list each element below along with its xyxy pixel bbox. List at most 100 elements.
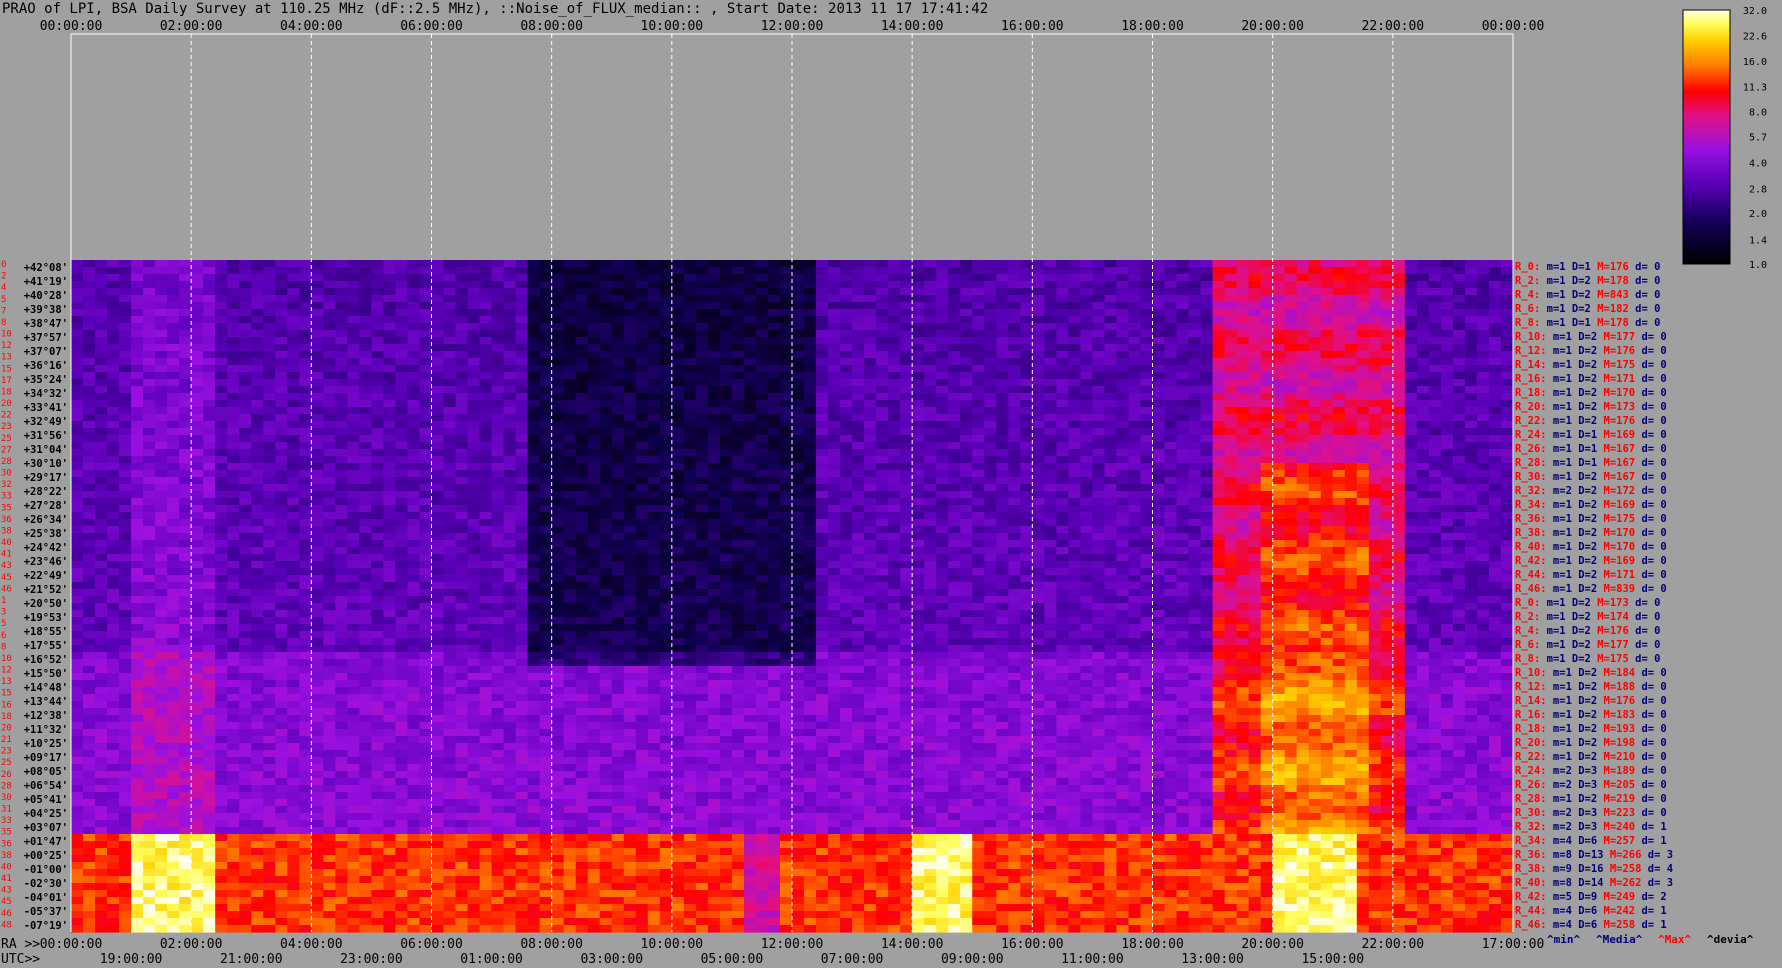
heatmap-cell — [1284, 491, 1298, 499]
heatmap-cell — [1488, 512, 1502, 520]
heatmap-cell — [767, 288, 781, 296]
heatmap-cell — [912, 267, 925, 275]
heatmap-cell — [816, 288, 829, 296]
heatmap-cell — [419, 519, 433, 527]
heatmap-cell — [707, 337, 721, 345]
heatmap-cell — [1488, 372, 1502, 380]
heatmap-cell — [900, 407, 913, 415]
heatmap-cell — [888, 281, 901, 289]
heatmap-cell — [599, 393, 613, 401]
heatmap-cell — [972, 372, 985, 380]
heatmap-cell — [335, 358, 348, 366]
heatmap-cell — [143, 400, 156, 408]
heatmap-cell — [1248, 260, 1262, 268]
heatmap-cell — [215, 484, 228, 492]
heatmap-cell — [359, 309, 373, 317]
heatmap-cell — [960, 309, 973, 317]
heatmap-cell — [515, 365, 529, 373]
heatmap-cell — [575, 414, 589, 422]
heatmap-cell — [1212, 386, 1226, 394]
heatmap-cell — [599, 512, 613, 520]
heatmap-cell — [179, 274, 192, 282]
heatmap-cell — [924, 540, 937, 548]
heatmap-cell — [1248, 421, 1262, 429]
heatmap-cell — [1056, 526, 1069, 534]
heatmap-cell — [840, 281, 853, 289]
heatmap-cell — [539, 344, 553, 352]
heatmap-cell — [1332, 435, 1346, 443]
heatmap-cell — [707, 477, 721, 485]
heatmap-cell — [731, 540, 745, 548]
heatmap-cell — [443, 435, 457, 443]
heatmap-cell — [359, 526, 373, 534]
heatmap-cell — [95, 330, 108, 338]
heatmap-cell — [191, 365, 204, 373]
heatmap-cell — [671, 351, 685, 359]
heatmap-cell — [107, 330, 120, 338]
heatmap-cell — [299, 512, 312, 520]
heatmap-cell — [900, 351, 913, 359]
heatmap-cell — [527, 463, 541, 471]
heatmap-cell — [1008, 393, 1021, 401]
heatmap-cell — [179, 379, 192, 387]
heatmap-cell — [1440, 365, 1454, 373]
heatmap-cell — [731, 407, 745, 415]
heatmap-cell — [527, 274, 541, 282]
heatmap-cell — [1140, 498, 1154, 506]
heatmap-cell — [371, 435, 385, 443]
heatmap-cell — [1404, 519, 1418, 527]
heatmap-cell — [671, 470, 685, 478]
heatmap-cell — [395, 386, 409, 394]
heatmap-cell — [731, 526, 745, 534]
heatmap-cell — [1440, 393, 1454, 401]
heatmap-cell — [203, 407, 216, 415]
heatmap-cell — [527, 267, 541, 275]
heatmap-cell — [1224, 519, 1238, 527]
heatmap-cell — [1296, 351, 1310, 359]
heatmap-cell — [539, 281, 553, 289]
heatmap-cell — [1296, 484, 1310, 492]
heatmap-cell — [1104, 414, 1118, 422]
heatmap-cell — [503, 407, 517, 415]
heatmap-cell — [912, 526, 925, 534]
heatmap-cell — [1500, 372, 1514, 380]
heatmap-cell — [828, 316, 841, 324]
heatmap-cell — [419, 365, 433, 373]
heatmap-cell — [215, 449, 228, 457]
heatmap-cell — [539, 274, 553, 282]
heatmap-cell — [1488, 323, 1502, 331]
heatmap-cell — [1272, 379, 1286, 387]
heatmap-cell — [1188, 365, 1202, 373]
heatmap-cell — [719, 309, 733, 317]
heatmap-cell — [1404, 407, 1418, 415]
heatmap-cell — [83, 414, 96, 422]
heatmap-cell — [1164, 351, 1178, 359]
heatmap-cell — [323, 498, 336, 506]
heatmap-cell — [335, 267, 348, 275]
heatmap-cell — [311, 498, 324, 506]
heatmap-cell — [743, 484, 757, 492]
heatmap-cell — [443, 295, 457, 303]
heatmap-cell — [1236, 260, 1250, 268]
heatmap-cell — [431, 302, 445, 310]
heatmap-cell — [779, 435, 793, 443]
heatmap-cell — [311, 302, 324, 310]
heatmap-cell — [984, 540, 997, 548]
heatmap-cell — [1476, 372, 1490, 380]
heatmap-cell — [527, 428, 541, 436]
heatmap-cell — [311, 344, 324, 352]
heatmap-cell — [1248, 281, 1262, 289]
heatmap-cell — [671, 449, 685, 457]
heatmap-cell — [503, 484, 517, 492]
heatmap-cell — [1332, 316, 1346, 324]
heatmap-cell — [1236, 372, 1250, 380]
heatmap-cell — [864, 267, 877, 275]
heatmap-cell — [816, 533, 829, 541]
heatmap-cell — [1296, 435, 1310, 443]
heatmap-cell — [876, 379, 889, 387]
heatmap-cell — [479, 281, 493, 289]
survey-chart: 00:00:00 02:00:00 04:00:00 06:00:00 08:00:00… — [1, 6, 1767, 967]
heatmap-cell — [407, 372, 421, 380]
heatmap-cell — [287, 267, 300, 275]
heatmap-cell — [948, 302, 961, 310]
